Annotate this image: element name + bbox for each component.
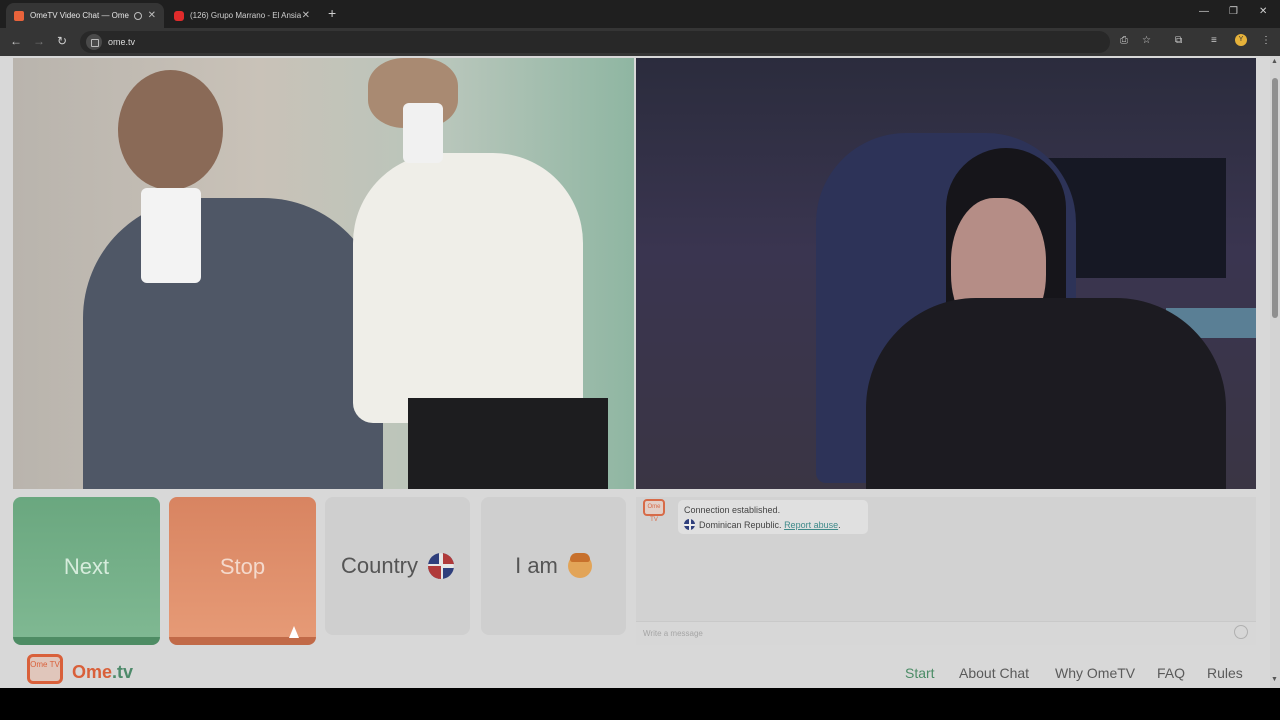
local-video [13, 58, 634, 489]
tab-title: (126) Grupo Marrano - El Ansia [190, 11, 302, 20]
system-message: Connection established. Dominican Republ… [678, 500, 868, 534]
menu-kebab-icon[interactable]: ⋮ [1261, 35, 1271, 46]
tab-title: OmeTV Video Chat — Ome [30, 11, 129, 20]
tab-ometv[interactable]: OmeTV Video Chat — Ome ✕ [6, 3, 164, 28]
nav-about-chat[interactable]: About Chat [959, 665, 1029, 681]
scroll-up-icon[interactable]: ▲ [1271, 58, 1278, 65]
country-line: Dominican Republic. Report abuse. [684, 518, 862, 533]
youtube-favicon-icon [174, 10, 184, 21]
emoji-icon[interactable] [1234, 625, 1248, 639]
remote-video [636, 58, 1256, 489]
nav-why-ometv[interactable]: Why OmeTV [1055, 665, 1135, 681]
dominican-flag-icon [684, 519, 695, 530]
footer: Ome TV Ome.tv Start About Chat Why OmeTV… [0, 654, 1270, 688]
minimize-icon[interactable]: — [1199, 6, 1209, 17]
back-icon[interactable]: ← [10, 34, 22, 48]
nav-faq[interactable]: FAQ [1157, 665, 1185, 681]
install-app-icon[interactable]: ⎙ [1120, 35, 1128, 46]
person-figure [866, 298, 1226, 489]
cup-shape [403, 103, 443, 163]
page-scrollbar[interactable]: ▲ ▼ [1270, 56, 1280, 688]
chat-panel: Ome TV Connection established. Dominican… [636, 497, 1256, 645]
profile-avatar[interactable]: Y [1235, 34, 1247, 46]
country-name: Dominican Republic. [699, 520, 782, 530]
forward-icon[interactable]: → [33, 34, 45, 48]
brand-main: Ome [72, 662, 113, 682]
gender-button[interactable]: I am [481, 497, 626, 635]
media-control-icon[interactable]: ≡ [1211, 35, 1217, 46]
site-info-icon[interactable] [86, 34, 102, 50]
person-figure [118, 70, 223, 190]
dominican-flag-icon [428, 553, 455, 579]
report-abuse-link[interactable]: Report abuse [784, 520, 838, 530]
stop-label: Stop [219, 554, 266, 579]
person-figure [353, 153, 583, 423]
ometv-page: Next Stop Country I am Ome TV Connection… [0, 56, 1270, 688]
brand-suffix: .tv [112, 662, 134, 682]
close-tab-icon[interactable]: ✕ [302, 10, 310, 21]
close-window-icon[interactable]: ✕ [1259, 6, 1267, 17]
bookmark-star-icon[interactable]: ☆ [1142, 35, 1151, 46]
nav-rules[interactable]: Rules [1207, 665, 1243, 681]
ometv-logo-icon: Ome TV [643, 499, 665, 523]
recording-icon [133, 11, 142, 20]
address-toolbar: ← → ↻ ome.tv ⎙ ☆ ⧉ ≡ ⋮ [0, 28, 1280, 56]
scroll-down-icon[interactable]: ▼ [1271, 676, 1278, 683]
ometv-favicon-icon [14, 10, 24, 21]
close-tab-icon[interactable]: ✕ [148, 10, 156, 21]
browser-window: OmeTV Video Chat — Ome ✕ (126) Grupo Mar… [0, 0, 1280, 688]
nav-start[interactable]: Start [905, 665, 935, 681]
boy-emoji-icon [567, 553, 592, 578]
brand-name[interactable]: Ome.tv [72, 662, 133, 683]
next-button[interactable]: Next [13, 497, 160, 645]
connection-status: Connection established. [684, 505, 781, 515]
country-button[interactable]: Country [325, 497, 470, 635]
iam-label: I am [515, 553, 558, 578]
stop-button[interactable]: Stop [169, 497, 316, 645]
cup-shape [141, 188, 201, 283]
ometv-logo-icon[interactable]: Ome TV [27, 654, 63, 684]
new-tab-icon[interactable]: + [328, 5, 336, 21]
url-text: ome.tv [108, 37, 136, 47]
person-figure [83, 198, 383, 489]
scroll-thumb[interactable] [1272, 78, 1278, 318]
period-text: . [838, 520, 841, 530]
next-label: Next [63, 554, 110, 579]
mouse-cursor-icon [289, 626, 299, 638]
tab-strip: OmeTV Video Chat — Ome ✕ (126) Grupo Mar… [0, 0, 1280, 28]
message-input[interactable]: Write a message [636, 621, 1256, 645]
extensions-icon[interactable]: ⧉ [1175, 35, 1182, 46]
tab-youtube[interactable]: (126) Grupo Marrano - El Ansia ✕ [166, 3, 318, 28]
country-label: Country [340, 553, 419, 578]
address-bar[interactable]: ome.tv [80, 31, 1110, 53]
restore-icon[interactable]: ❐ [1229, 6, 1238, 17]
reload-icon[interactable]: ↻ [57, 34, 67, 48]
person-figure [408, 398, 608, 489]
